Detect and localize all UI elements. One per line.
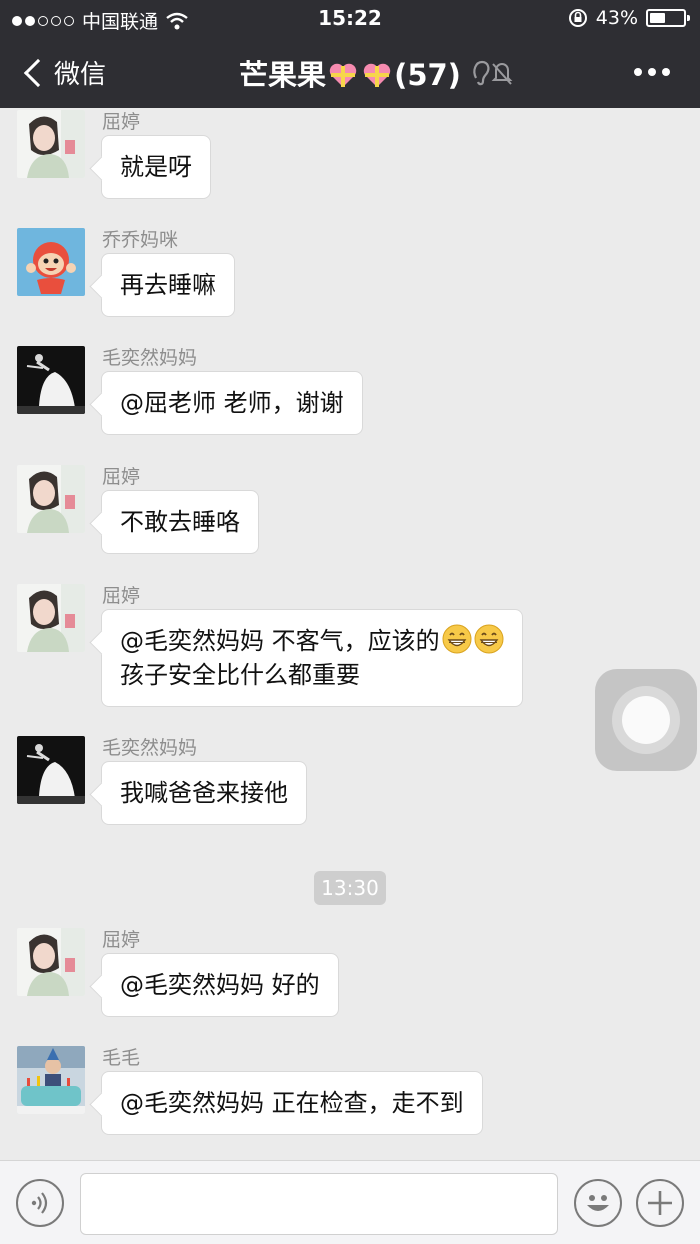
- more-functions-button[interactable]: [636, 1179, 684, 1227]
- message-text: 孩子安全比什么都重要: [120, 661, 360, 689]
- gift-heart-icon: [329, 63, 357, 87]
- grin-emoji-icon: [474, 624, 504, 654]
- message-text: @毛奕然妈妈 正在检查，走不到: [120, 1089, 464, 1117]
- avatar[interactable]: [17, 928, 85, 996]
- message-bubble[interactable]: @屈老师 老师，谢谢: [101, 371, 363, 435]
- timestamp-divider: 13:30: [314, 871, 386, 905]
- avatar[interactable]: [17, 736, 85, 804]
- chat-header: 微信 芒果果 (57): [0, 36, 700, 108]
- message-bubble[interactable]: 不敢去睡咯: [101, 490, 259, 554]
- emoji-button[interactable]: [574, 1179, 622, 1227]
- chat-message-list[interactable]: 屈婷 就是呀 乔乔妈咪 再去睡嘛 毛奕然妈妈 @屈老师 老师，谢谢 屈婷 不敢去…: [0, 108, 700, 1160]
- sender-name: 毛奕然妈妈: [102, 347, 198, 369]
- sender-name: 毛奕然妈妈: [102, 737, 198, 759]
- avatar[interactable]: [17, 110, 85, 178]
- message-bubble[interactable]: 我喊爸爸来接他: [101, 761, 307, 825]
- smiley-icon: [587, 1195, 609, 1211]
- avatar[interactable]: [17, 1046, 85, 1114]
- message-bubble[interactable]: @毛奕然妈妈 好的: [101, 953, 339, 1017]
- girl-avatar-image: [17, 110, 85, 178]
- sender-name: 乔乔妈咪: [102, 229, 179, 251]
- group-name: 芒果果: [239, 58, 327, 92]
- cartoon-avatar-image: [17, 228, 85, 296]
- message-text-line: @毛奕然妈妈 不客气，应该的: [120, 624, 504, 658]
- message-text: 再去睡嘛: [120, 271, 216, 299]
- avatar[interactable]: [17, 465, 85, 533]
- message-text: @屈老师 老师，谢谢: [120, 389, 344, 417]
- sender-name: 屈婷: [102, 466, 141, 488]
- orientation-lock-icon: [568, 9, 587, 27]
- avatar[interactable]: [17, 584, 85, 652]
- message-text: @毛奕然妈妈 好的: [120, 971, 320, 999]
- chat-title: 芒果果 (57): [0, 52, 700, 94]
- grin-emoji-icon: [442, 624, 472, 654]
- message-text: 我喊爸爸来接他: [120, 779, 288, 807]
- voice-input-button[interactable]: [16, 1179, 64, 1227]
- child-birthday-avatar-image: [17, 1046, 85, 1114]
- message-bubble[interactable]: @毛奕然妈妈 正在检查，走不到: [101, 1071, 483, 1135]
- message-bubble[interactable]: 就是呀: [101, 135, 211, 199]
- message-text: 不敢去睡咯: [120, 508, 240, 536]
- sender-name: 屈婷: [102, 929, 141, 951]
- earpiece-mute-icon: [473, 60, 513, 86]
- message-bubble[interactable]: 再去睡嘛: [101, 253, 235, 317]
- girl-avatar-image: [17, 928, 85, 996]
- message-text: 就是呀: [120, 153, 192, 181]
- message-input-bar: [0, 1160, 700, 1244]
- voice-icon: [31, 1192, 48, 1214]
- ballet-dancer-avatar-image: [17, 736, 85, 804]
- plus-icon: [648, 1191, 672, 1215]
- message-bubble[interactable]: @毛奕然妈妈 不客气，应该的 孩子安全比什么都重要: [101, 609, 523, 707]
- gift-heart-icon: [363, 63, 391, 87]
- avatar[interactable]: [17, 346, 85, 414]
- sender-name: 毛毛: [102, 1047, 141, 1069]
- message-text-input[interactable]: [80, 1173, 558, 1235]
- more-options-button[interactable]: [634, 68, 670, 76]
- sender-name: 屈婷: [102, 111, 141, 133]
- girl-avatar-image: [17, 584, 85, 652]
- ballet-dancer-avatar-image: [17, 346, 85, 414]
- battery-percentage: 43%: [595, 7, 638, 29]
- message-text: @毛奕然妈妈 不客气，应该的: [120, 627, 440, 655]
- battery-icon: [646, 9, 690, 27]
- member-count: (57): [394, 58, 461, 92]
- sender-name: 屈婷: [102, 585, 141, 607]
- status-bar: 中国联通 15:22 43%: [0, 0, 700, 36]
- girl-avatar-image: [17, 465, 85, 533]
- avatar[interactable]: [17, 228, 85, 296]
- assistive-touch-button[interactable]: [595, 669, 697, 771]
